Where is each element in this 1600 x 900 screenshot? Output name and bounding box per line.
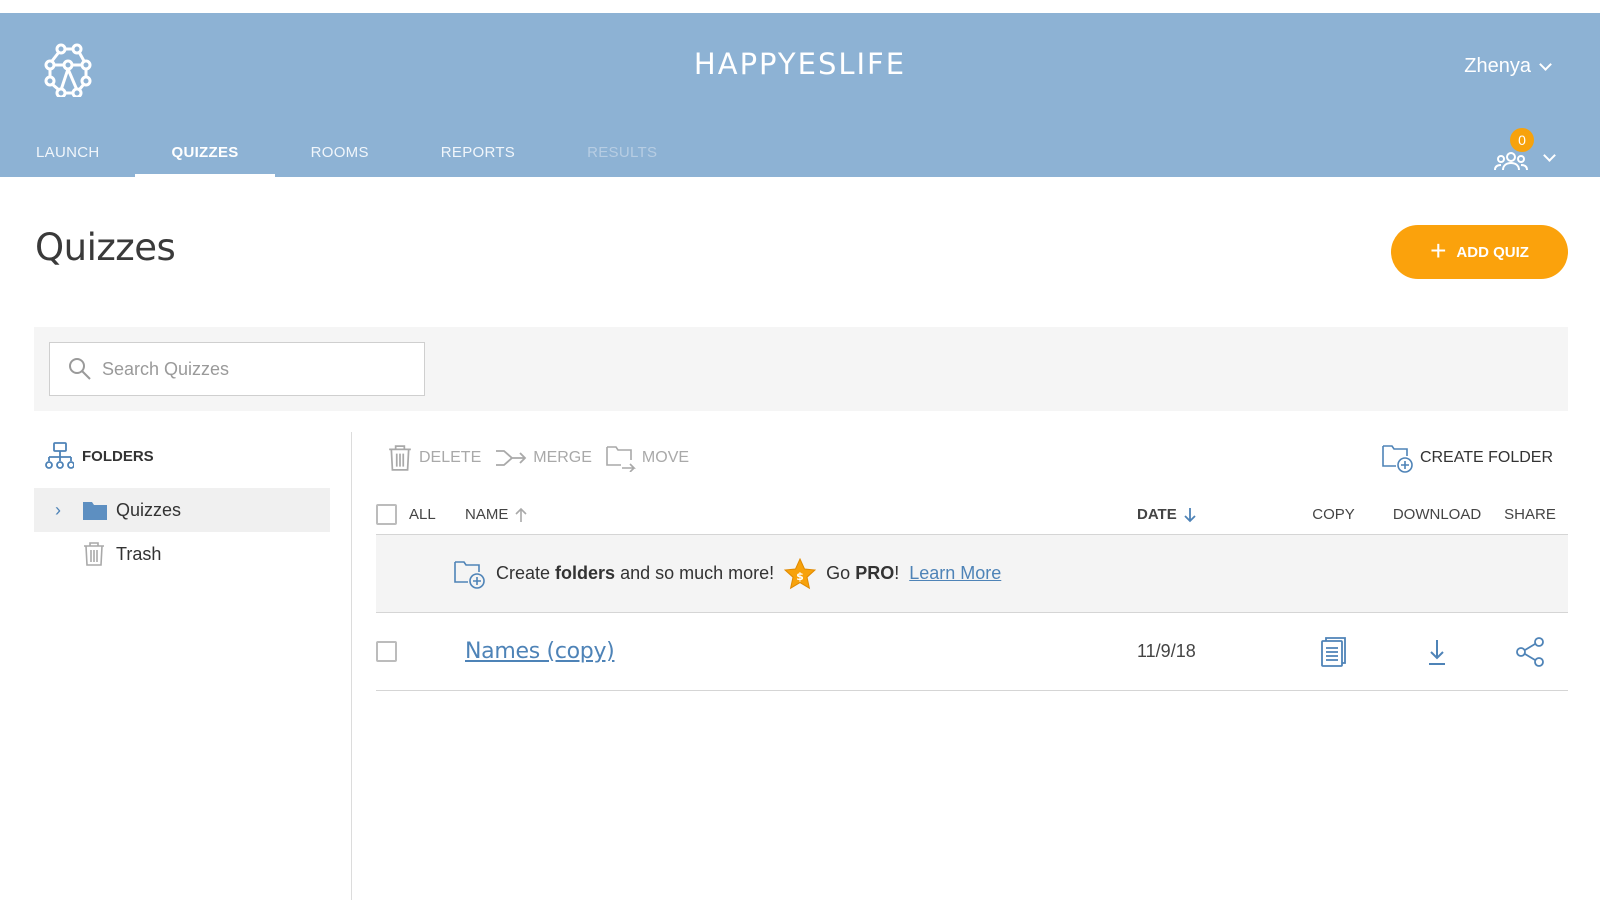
quiz-table: ALL NAME DATE COPY DOWNLOAD SHARE Create…	[376, 495, 1568, 691]
delete-button[interactable]: DELETE	[387, 443, 481, 473]
folder-add-icon	[1382, 445, 1413, 473]
row-checkbox[interactable]	[376, 641, 397, 662]
quiz-toolbar: DELETE MERGE MOVE CREATE FOLDER	[387, 438, 1567, 478]
column-name[interactable]: NAME	[465, 506, 1137, 523]
folders-sidebar: FOLDERS › Quizzes Trash	[34, 432, 330, 576]
merge-button[interactable]: MERGE	[495, 447, 592, 469]
folder-add-icon	[454, 560, 485, 589]
column-name-label: NAME	[465, 506, 509, 523]
pro-promo-banner: Create folders and so much more! $ Go PR…	[376, 535, 1568, 613]
trash-icon	[389, 445, 411, 471]
chevron-down-icon	[1539, 57, 1552, 71]
create-folder-button[interactable]: CREATE FOLDER	[1382, 443, 1553, 473]
trash-icon	[82, 541, 116, 567]
select-all[interactable]: ALL	[376, 504, 465, 525]
user-menu[interactable]: Zhenya	[1464, 55, 1552, 78]
select-all-checkbox[interactable]	[376, 504, 397, 525]
search-icon	[69, 358, 91, 380]
chevron-down-icon	[1543, 149, 1556, 162]
folder-item-label: Quizzes	[116, 499, 182, 520]
arrow-up-icon	[515, 507, 527, 522]
folder-move-icon	[606, 446, 636, 472]
main-nav: LAUNCH QUIZZES ROOMS REPORTS RESULTS	[0, 127, 693, 177]
plus-icon: +	[1430, 234, 1447, 266]
tab-launch[interactable]: LAUNCH	[0, 127, 135, 177]
app-header: HAPPYESLIFE Zhenya LAUNCH QUIZZES ROOMS …	[0, 13, 1600, 177]
rooms-menu[interactable]: 0	[1494, 128, 1556, 172]
sidebar-divider	[351, 432, 352, 900]
folder-item-trash[interactable]: Trash	[34, 532, 330, 576]
select-all-label: ALL	[409, 506, 436, 523]
star-pro-icon: $	[784, 557, 817, 589]
quiz-name-link[interactable]: Names (copy)	[465, 639, 1137, 664]
column-date-label: DATE	[1137, 506, 1177, 523]
column-download: DOWNLOAD	[1392, 506, 1482, 523]
search-input[interactable]	[102, 358, 402, 380]
table-header: ALL NAME DATE COPY DOWNLOAD SHARE	[376, 495, 1568, 535]
row-select	[376, 641, 465, 662]
download-button[interactable]	[1382, 638, 1492, 666]
copy-button[interactable]	[1285, 636, 1382, 667]
share-button[interactable]	[1492, 636, 1568, 667]
add-quiz-label: ADD QUIZ	[1456, 243, 1529, 261]
folders-heading-label: FOLDERS	[82, 447, 154, 465]
svg-text:$: $	[796, 570, 804, 583]
rooms-badge: 0	[1510, 128, 1534, 152]
quiz-date: 11/9/18	[1137, 641, 1196, 661]
tab-reports[interactable]: REPORTS	[405, 127, 551, 177]
move-button[interactable]: MOVE	[606, 444, 689, 472]
learn-more-link[interactable]: Learn More	[909, 563, 1001, 584]
user-name: Zhenya	[1464, 55, 1531, 77]
folders-heading: FOLDERS	[34, 432, 330, 480]
arrow-down-icon	[1184, 507, 1196, 522]
create-folder-label: CREATE FOLDER	[1419, 449, 1553, 466]
copy-document-icon	[1320, 636, 1346, 667]
column-copy: COPY	[1312, 506, 1355, 523]
tab-quizzes[interactable]: QUIZZES	[135, 127, 275, 177]
folder-item-label: Trash	[116, 543, 162, 564]
table-row: Names (copy) 11/9/18	[376, 613, 1568, 691]
share-icon	[1516, 636, 1544, 667]
search-bar	[34, 327, 1568, 411]
app-title: HAPPYESLIFE	[693, 47, 907, 81]
tab-results: RESULTS	[587, 143, 658, 161]
folder-icon	[82, 499, 116, 521]
move-label: MOVE	[641, 449, 690, 466]
tab-rooms[interactable]: ROOMS	[275, 127, 405, 177]
add-quiz-button[interactable]: + ADD QUIZ	[1391, 225, 1568, 279]
folder-item-quizzes[interactable]: › Quizzes	[34, 488, 330, 532]
promo-text: Create folders and so much more!	[496, 563, 775, 583]
merge-label: MERGE	[533, 449, 592, 466]
folder-tree-icon	[45, 442, 74, 469]
column-date[interactable]: DATE	[1137, 506, 1285, 523]
users-group-icon	[1494, 152, 1528, 171]
download-icon	[1429, 639, 1445, 665]
column-share: SHARE	[1504, 506, 1556, 523]
page-title: Quizzes	[35, 226, 176, 269]
promo-pro-text: Go PRO!	[826, 563, 900, 583]
delete-label: DELETE	[419, 449, 482, 466]
search-box[interactable]	[49, 342, 425, 396]
chevron-right-icon[interactable]: ›	[34, 500, 82, 521]
top-strip	[0, 0, 1600, 13]
merge-icon	[496, 450, 527, 466]
